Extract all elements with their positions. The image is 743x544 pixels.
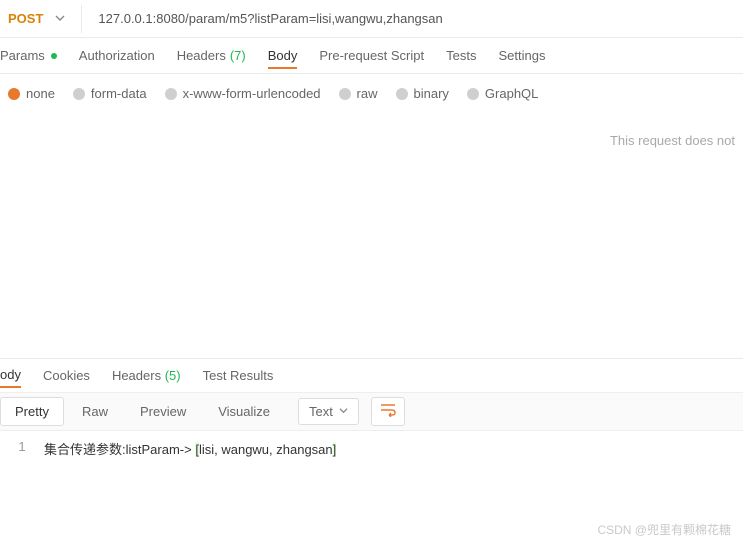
view-preview[interactable]: Preview xyxy=(126,398,200,425)
radio-icon xyxy=(73,88,85,100)
response-line[interactable]: 集合传递参数:listParam-> [lisi, wangwu, zhangs… xyxy=(44,435,336,458)
resp-tab-tests[interactable]: Test Results xyxy=(203,368,274,383)
resp-tab-body[interactable]: ody xyxy=(0,367,21,388)
resp-tab-headers[interactable]: Headers (5) xyxy=(112,368,181,383)
line-number: 1 xyxy=(0,435,44,458)
method-dropdown-icon[interactable] xyxy=(55,11,81,26)
watermark: CSDN @兜里有颗棉花糖 xyxy=(597,521,731,538)
view-visualize[interactable]: Visualize xyxy=(204,398,284,425)
body-binary[interactable]: binary xyxy=(396,86,449,101)
chevron-down-icon xyxy=(339,406,348,418)
request-tabs: Params Authorization Headers (7) Body Pr… xyxy=(0,38,743,74)
tab-settings[interactable]: Settings xyxy=(498,48,545,63)
response-tabs: ody Cookies Headers (5) Test Results xyxy=(0,358,743,392)
body-graphql[interactable]: GraphQL xyxy=(467,86,538,101)
resp-tab-cookies[interactable]: Cookies xyxy=(43,368,90,383)
radio-icon xyxy=(396,88,408,100)
view-pretty[interactable]: Pretty xyxy=(0,397,64,426)
tab-prerequest[interactable]: Pre-request Script xyxy=(319,48,424,63)
wrap-lines-button[interactable] xyxy=(371,397,405,426)
tab-tests[interactable]: Tests xyxy=(446,48,476,63)
tab-headers[interactable]: Headers (7) xyxy=(177,48,246,63)
view-raw[interactable]: Raw xyxy=(68,398,122,425)
tab-authorization[interactable]: Authorization xyxy=(79,48,155,63)
body-urlencoded[interactable]: x-www-form-urlencoded xyxy=(165,86,321,101)
wrap-icon xyxy=(380,403,396,417)
radio-icon xyxy=(8,88,20,100)
body-none[interactable]: none xyxy=(8,86,55,101)
body-raw[interactable]: raw xyxy=(339,86,378,101)
http-method[interactable]: POST xyxy=(0,11,55,26)
response-body-area: 1 集合传递参数:listParam-> [lisi, wangwu, zhan… xyxy=(0,431,743,458)
url-input[interactable]: 127.0.0.1:8080/param/m5?listParam=lisi,w… xyxy=(82,11,743,26)
radio-icon xyxy=(165,88,177,100)
body-type-row: none form-data x-www-form-urlencoded raw… xyxy=(0,74,743,113)
tab-body[interactable]: Body xyxy=(268,48,298,69)
view-mode-row: Pretty Raw Preview Visualize Text xyxy=(0,392,743,431)
format-select[interactable]: Text xyxy=(298,398,359,425)
body-spacer xyxy=(0,148,743,358)
request-bar: POST 127.0.0.1:8080/param/m5?listParam=l… xyxy=(0,0,743,38)
radio-icon xyxy=(339,88,351,100)
params-indicator-icon xyxy=(51,53,57,59)
empty-body-message: This request does not xyxy=(0,113,743,148)
tab-params[interactable]: Params xyxy=(0,48,57,63)
radio-icon xyxy=(467,88,479,100)
body-formdata[interactable]: form-data xyxy=(73,86,147,101)
